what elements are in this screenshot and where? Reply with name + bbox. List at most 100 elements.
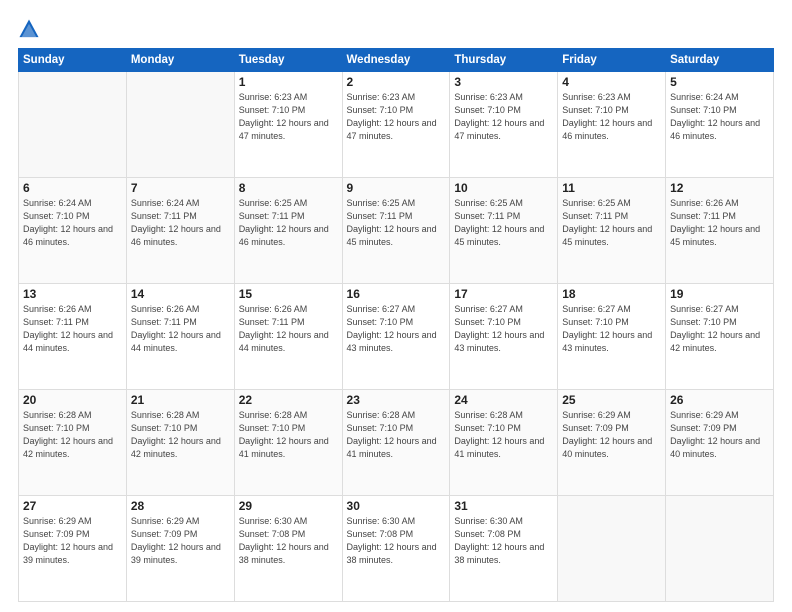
- calendar-week-row: 1 Sunrise: 6:23 AMSunset: 7:10 PMDaylight…: [19, 72, 774, 178]
- day-info: Sunrise: 6:23 AMSunset: 7:10 PMDaylight:…: [562, 91, 661, 143]
- day-info: Sunrise: 6:28 AMSunset: 7:10 PMDaylight:…: [239, 409, 338, 461]
- day-number: 23: [347, 393, 446, 407]
- day-number: 1: [239, 75, 338, 89]
- day-number: 27: [23, 499, 122, 513]
- calendar-cell: 25 Sunrise: 6:29 AMSunset: 7:09 PMDayligh…: [558, 390, 666, 496]
- calendar-cell: 30Sunrise: 6:30 AMSunset: 7:08 PMDayligh…: [342, 496, 450, 602]
- calendar-body: 1 Sunrise: 6:23 AMSunset: 7:10 PMDaylight…: [19, 72, 774, 602]
- calendar-cell: 31Sunrise: 6:30 AMSunset: 7:08 PMDayligh…: [450, 496, 558, 602]
- day-info: Sunrise: 6:28 AMSunset: 7:10 PMDaylight:…: [454, 409, 553, 461]
- day-info: Sunrise: 6:23 AMSunset: 7:10 PMDaylight:…: [454, 91, 553, 143]
- calendar-cell: 15 Sunrise: 6:26 AMSunset: 7:11 PMDayligh…: [234, 284, 342, 390]
- calendar-cell: 14 Sunrise: 6:26 AMSunset: 7:11 PMDayligh…: [126, 284, 234, 390]
- day-info: Sunrise: 6:29 AMSunset: 7:09 PMDaylight:…: [562, 409, 661, 461]
- day-number: 7: [131, 181, 230, 195]
- calendar-week-row: 27 Sunrise: 6:29 AMSunset: 7:09 PMDayligh…: [19, 496, 774, 602]
- day-number: 15: [239, 287, 338, 301]
- calendar-cell: 11 Sunrise: 6:25 AMSunset: 7:11 PMDayligh…: [558, 178, 666, 284]
- calendar-cell: 9 Sunrise: 6:25 AMSunset: 7:11 PMDaylight…: [342, 178, 450, 284]
- day-info: Sunrise: 6:27 AMSunset: 7:10 PMDaylight:…: [670, 303, 769, 355]
- calendar-cell: 23 Sunrise: 6:28 AMSunset: 7:10 PMDayligh…: [342, 390, 450, 496]
- day-number: 9: [347, 181, 446, 195]
- day-info: Sunrise: 6:26 AMSunset: 7:11 PMDaylight:…: [239, 303, 338, 355]
- calendar-header-row: SundayMondayTuesdayWednesdayThursdayFrid…: [19, 49, 774, 72]
- day-number: 12: [670, 181, 769, 195]
- weekday-header-cell: Monday: [126, 49, 234, 72]
- day-number: 14: [131, 287, 230, 301]
- calendar-cell: [126, 72, 234, 178]
- day-number: 18: [562, 287, 661, 301]
- day-info: Sunrise: 6:25 AMSunset: 7:11 PMDaylight:…: [562, 197, 661, 249]
- calendar-cell: 10Sunrise: 6:25 AMSunset: 7:11 PMDayligh…: [450, 178, 558, 284]
- calendar-cell: 1 Sunrise: 6:23 AMSunset: 7:10 PMDaylight…: [234, 72, 342, 178]
- calendar-cell: 3 Sunrise: 6:23 AMSunset: 7:10 PMDaylight…: [450, 72, 558, 178]
- day-info: Sunrise: 6:28 AMSunset: 7:10 PMDaylight:…: [131, 409, 230, 461]
- day-info: Sunrise: 6:28 AMSunset: 7:10 PMDaylight:…: [347, 409, 446, 461]
- logo-icon: [18, 18, 40, 40]
- day-info: Sunrise: 6:29 AMSunset: 7:09 PMDaylight:…: [131, 515, 230, 567]
- day-number: 29: [239, 499, 338, 513]
- calendar-cell: 8 Sunrise: 6:25 AMSunset: 7:11 PMDaylight…: [234, 178, 342, 284]
- day-info: Sunrise: 6:27 AMSunset: 7:10 PMDaylight:…: [347, 303, 446, 355]
- day-number: 28: [131, 499, 230, 513]
- weekday-header-cell: Wednesday: [342, 49, 450, 72]
- page: SundayMondayTuesdayWednesdayThursdayFrid…: [0, 0, 792, 612]
- calendar-cell: 7 Sunrise: 6:24 AMSunset: 7:11 PMDaylight…: [126, 178, 234, 284]
- day-info: Sunrise: 6:29 AMSunset: 7:09 PMDaylight:…: [670, 409, 769, 461]
- calendar-cell: [666, 496, 774, 602]
- calendar-week-row: 20Sunrise: 6:28 AMSunset: 7:10 PMDayligh…: [19, 390, 774, 496]
- day-number: 8: [239, 181, 338, 195]
- day-number: 10: [454, 181, 553, 195]
- day-number: 30: [347, 499, 446, 513]
- calendar-cell: [558, 496, 666, 602]
- day-number: 21: [131, 393, 230, 407]
- calendar-cell: 6Sunrise: 6:24 AMSunset: 7:10 PMDaylight…: [19, 178, 127, 284]
- calendar-cell: 12 Sunrise: 6:26 AMSunset: 7:11 PMDayligh…: [666, 178, 774, 284]
- day-number: 11: [562, 181, 661, 195]
- day-info: Sunrise: 6:25 AMSunset: 7:11 PMDaylight:…: [239, 197, 338, 249]
- day-number: 3: [454, 75, 553, 89]
- day-number: 6: [23, 181, 122, 195]
- day-info: Sunrise: 6:25 AMSunset: 7:11 PMDaylight:…: [347, 197, 446, 249]
- calendar-cell: 28 Sunrise: 6:29 AMSunset: 7:09 PMDayligh…: [126, 496, 234, 602]
- weekday-header-cell: Tuesday: [234, 49, 342, 72]
- day-number: 22: [239, 393, 338, 407]
- day-info: Sunrise: 6:23 AMSunset: 7:10 PMDaylight:…: [239, 91, 338, 143]
- logo: [18, 18, 44, 40]
- day-info: Sunrise: 6:23 AMSunset: 7:10 PMDaylight:…: [347, 91, 446, 143]
- calendar-cell: 29Sunrise: 6:30 AMSunset: 7:08 PMDayligh…: [234, 496, 342, 602]
- day-number: 5: [670, 75, 769, 89]
- calendar-cell: 16Sunrise: 6:27 AMSunset: 7:10 PMDayligh…: [342, 284, 450, 390]
- calendar-cell: 27 Sunrise: 6:29 AMSunset: 7:09 PMDayligh…: [19, 496, 127, 602]
- weekday-header-cell: Saturday: [666, 49, 774, 72]
- day-info: Sunrise: 6:27 AMSunset: 7:10 PMDaylight:…: [562, 303, 661, 355]
- weekday-header-cell: Friday: [558, 49, 666, 72]
- calendar-cell: 4 Sunrise: 6:23 AMSunset: 7:10 PMDaylight…: [558, 72, 666, 178]
- day-info: Sunrise: 6:26 AMSunset: 7:11 PMDaylight:…: [670, 197, 769, 249]
- calendar-cell: 24 Sunrise: 6:28 AMSunset: 7:10 PMDayligh…: [450, 390, 558, 496]
- weekday-header-cell: Thursday: [450, 49, 558, 72]
- calendar-cell: 21 Sunrise: 6:28 AMSunset: 7:10 PMDayligh…: [126, 390, 234, 496]
- day-number: 4: [562, 75, 661, 89]
- weekday-header-cell: Sunday: [19, 49, 127, 72]
- day-number: 19: [670, 287, 769, 301]
- day-info: Sunrise: 6:26 AMSunset: 7:11 PMDaylight:…: [131, 303, 230, 355]
- calendar-cell: 17Sunrise: 6:27 AMSunset: 7:10 PMDayligh…: [450, 284, 558, 390]
- day-info: Sunrise: 6:24 AMSunset: 7:11 PMDaylight:…: [131, 197, 230, 249]
- day-number: 17: [454, 287, 553, 301]
- day-number: 25: [562, 393, 661, 407]
- day-number: 24: [454, 393, 553, 407]
- calendar-cell: 13Sunrise: 6:26 AMSunset: 7:11 PMDayligh…: [19, 284, 127, 390]
- calendar-cell: 18 Sunrise: 6:27 AMSunset: 7:10 PMDayligh…: [558, 284, 666, 390]
- calendar-cell: 5Sunrise: 6:24 AMSunset: 7:10 PMDaylight…: [666, 72, 774, 178]
- calendar-week-row: 13Sunrise: 6:26 AMSunset: 7:11 PMDayligh…: [19, 284, 774, 390]
- calendar-cell: 19 Sunrise: 6:27 AMSunset: 7:10 PMDayligh…: [666, 284, 774, 390]
- day-info: Sunrise: 6:29 AMSunset: 7:09 PMDaylight:…: [23, 515, 122, 567]
- day-number: 31: [454, 499, 553, 513]
- calendar-cell: 2Sunrise: 6:23 AMSunset: 7:10 PMDaylight…: [342, 72, 450, 178]
- calendar-cell: 22 Sunrise: 6:28 AMSunset: 7:10 PMDayligh…: [234, 390, 342, 496]
- calendar-week-row: 6Sunrise: 6:24 AMSunset: 7:10 PMDaylight…: [19, 178, 774, 284]
- calendar-table: SundayMondayTuesdayWednesdayThursdayFrid…: [18, 48, 774, 602]
- day-info: Sunrise: 6:26 AMSunset: 7:11 PMDaylight:…: [23, 303, 122, 355]
- calendar-cell: [19, 72, 127, 178]
